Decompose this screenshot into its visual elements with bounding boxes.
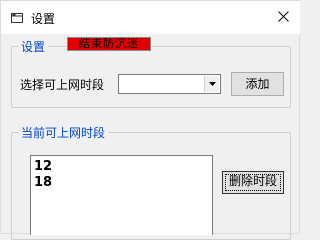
list-item[interactable]: 12 xyxy=(34,159,212,175)
periods-listbox[interactable]: 12 18 xyxy=(30,155,213,235)
select-period-label: 选择可上网时段 xyxy=(20,78,105,92)
window-icon xyxy=(10,11,24,25)
end-anti-addiction-button[interactable]: 结束防沉迷 xyxy=(67,37,151,51)
close-button[interactable] xyxy=(270,5,296,31)
close-icon[interactable] xyxy=(277,11,289,25)
delete-period-button[interactable]: 删除时段 xyxy=(222,171,284,194)
settings-group-title: 设置 xyxy=(18,38,49,55)
period-combobox[interactable] xyxy=(118,74,221,94)
settings-dialog: 设置 设置 结束防沉迷 选择可上网时段 添加 当前可上网时段 12 18 删除时… xyxy=(0,0,300,240)
current-periods-title: 当前可上网时段 xyxy=(18,124,109,141)
chevron-down-icon[interactable] xyxy=(204,76,219,92)
window-title: 设置 xyxy=(31,12,56,26)
add-button[interactable]: 添加 xyxy=(231,72,284,96)
list-item[interactable]: 18 xyxy=(34,175,212,191)
title-bar: 设置 xyxy=(1,1,300,34)
